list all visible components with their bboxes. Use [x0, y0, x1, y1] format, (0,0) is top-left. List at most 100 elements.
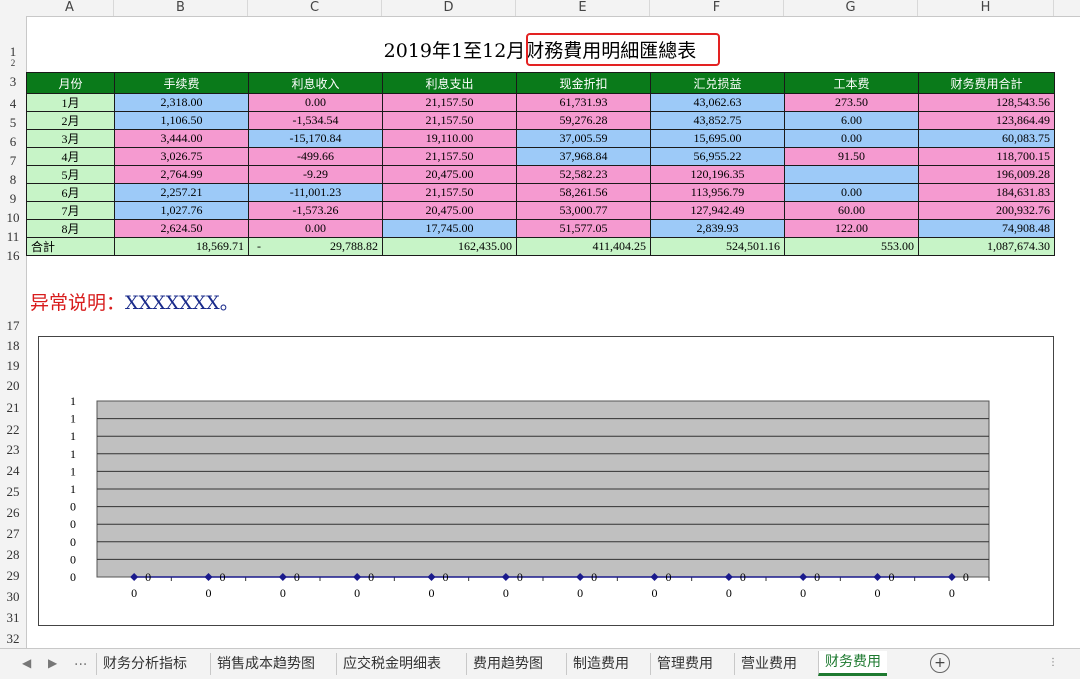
row-header-24[interactable]: 24: [0, 463, 26, 479]
header-cell[interactable]: 财务费用合計: [918, 72, 1055, 94]
anomaly-note[interactable]: 异常说明：XXXXXXX。: [30, 288, 239, 315]
value-cell[interactable]: 20,475.00: [382, 201, 517, 220]
value-cell[interactable]: 21,157.50: [382, 111, 517, 130]
tab-scroll-menu-icon[interactable]: ⋮: [1048, 657, 1058, 668]
row-header-25[interactable]: 25: [0, 484, 26, 500]
row-header-27[interactable]: 27: [0, 526, 26, 542]
sheet-tab[interactable]: 营业费用: [734, 653, 803, 675]
row-header-26[interactable]: 26: [0, 505, 26, 521]
value-cell[interactable]: 2,257.21: [114, 183, 249, 202]
value-cell[interactable]: 17,745.00: [382, 219, 517, 238]
value-cell[interactable]: -1,534.54: [248, 111, 383, 130]
value-cell[interactable]: 21,157.50: [382, 183, 517, 202]
value-cell[interactable]: 15,695.00: [650, 129, 785, 148]
sheet-tab[interactable]: 销售成本趋势图: [210, 653, 321, 675]
value-cell[interactable]: 118,700.15: [918, 147, 1055, 166]
value-cell[interactable]: 59,276.28: [516, 111, 651, 130]
row-header-29[interactable]: 29: [0, 568, 26, 584]
column-header-e[interactable]: E: [516, 0, 650, 16]
value-cell[interactable]: 127,942.49: [650, 201, 785, 220]
value-cell[interactable]: 123,864.49: [918, 111, 1055, 130]
sheet-tab[interactable]: 财务分析指标: [96, 653, 193, 675]
row-header-23[interactable]: 23: [0, 442, 26, 458]
value-cell[interactable]: 0.00: [784, 129, 919, 148]
sheet-tab[interactable]: 管理费用: [650, 653, 719, 675]
row-header-17[interactable]: 17: [0, 318, 26, 334]
totals-label[interactable]: 合計: [26, 237, 115, 256]
value-cell[interactable]: 21,157.50: [382, 147, 517, 166]
value-cell[interactable]: 120,196.35: [650, 165, 785, 184]
header-cell[interactable]: 现金折扣: [516, 72, 651, 94]
value-cell[interactable]: 2,764.99: [114, 165, 249, 184]
column-header-h[interactable]: H: [918, 0, 1054, 16]
row-header-10[interactable]: 10: [0, 210, 26, 226]
row-header-16[interactable]: 16: [0, 248, 26, 264]
chart-area[interactable]: 11111100000000000000000000000000000: [38, 336, 1054, 626]
value-cell[interactable]: 200,932.76: [918, 201, 1055, 220]
row-header-7[interactable]: 7: [0, 153, 26, 169]
month-cell[interactable]: 2月: [26, 111, 115, 130]
value-cell[interactable]: 53,000.77: [516, 201, 651, 220]
month-cell[interactable]: 7月: [26, 201, 115, 220]
month-cell[interactable]: 5月: [26, 165, 115, 184]
value-cell[interactable]: 2,318.00: [114, 93, 249, 112]
value-cell[interactable]: 51,577.05: [516, 219, 651, 238]
next-sheet-arrow-icon[interactable]: ▶: [48, 656, 57, 670]
value-cell[interactable]: 43,062.63: [650, 93, 785, 112]
month-cell[interactable]: 4月: [26, 147, 115, 166]
column-header-a[interactable]: A: [26, 0, 114, 16]
value-cell[interactable]: 20,475.00: [382, 165, 517, 184]
total-cell[interactable]: 18,569.71: [114, 237, 249, 256]
value-cell[interactable]: 196,009.28: [918, 165, 1055, 184]
month-cell[interactable]: 6月: [26, 183, 115, 202]
month-cell[interactable]: 3月: [26, 129, 115, 148]
value-cell[interactable]: 52,582.23: [516, 165, 651, 184]
value-cell[interactable]: 2,839.93: [650, 219, 785, 238]
value-cell[interactable]: 37,005.59: [516, 129, 651, 148]
value-cell[interactable]: 1,106.50: [114, 111, 249, 130]
value-cell[interactable]: 0.00: [248, 93, 383, 112]
row-header-3[interactable]: 3: [0, 74, 26, 90]
row-header-31[interactable]: 31: [0, 610, 26, 626]
value-cell[interactable]: 58,261.56: [516, 183, 651, 202]
value-cell[interactable]: 37,968.84: [516, 147, 651, 166]
value-cell[interactable]: 273.50: [784, 93, 919, 112]
month-cell[interactable]: 1月: [26, 93, 115, 112]
row-header-28[interactable]: 28: [0, 547, 26, 563]
value-cell[interactable]: 128,543.56: [918, 93, 1055, 112]
column-header-b[interactable]: B: [114, 0, 248, 16]
row-header-2[interactable]: 2: [0, 58, 26, 68]
value-cell[interactable]: -1,573.26: [248, 201, 383, 220]
row-header-9[interactable]: 9: [0, 191, 26, 207]
prev-sheet-arrow-icon[interactable]: ◀: [22, 656, 31, 670]
total-cell[interactable]: 553.00: [784, 237, 919, 256]
value-cell[interactable]: -15,170.84: [248, 129, 383, 148]
value-cell[interactable]: [784, 165, 919, 184]
sheet-tab[interactable]: 财务费用: [818, 651, 887, 676]
value-cell[interactable]: 0.00: [784, 183, 919, 202]
sheet-tab[interactable]: 制造费用: [566, 653, 635, 675]
total-cell[interactable]: 162,435.00: [382, 237, 517, 256]
row-header-4[interactable]: 4: [0, 96, 26, 112]
value-cell[interactable]: 3,444.00: [114, 129, 249, 148]
value-cell[interactable]: 2,624.50: [114, 219, 249, 238]
value-cell[interactable]: 91.50: [784, 147, 919, 166]
column-header-c[interactable]: C: [248, 0, 382, 16]
header-cell[interactable]: 手续费: [114, 72, 249, 94]
header-cell[interactable]: 月份: [26, 72, 115, 94]
sheet-tab[interactable]: 应交税金明细表: [336, 653, 447, 675]
row-header-8[interactable]: 8: [0, 172, 26, 188]
value-cell[interactable]: 122.00: [784, 219, 919, 238]
total-cell[interactable]: - 29,788.82: [248, 237, 383, 256]
column-header-f[interactable]: F: [650, 0, 784, 16]
row-header-22[interactable]: 22: [0, 422, 26, 438]
value-cell[interactable]: 60,083.75: [918, 129, 1055, 148]
value-cell[interactable]: 113,956.79: [650, 183, 785, 202]
value-cell[interactable]: 74,908.48: [918, 219, 1055, 238]
value-cell[interactable]: 0.00: [248, 219, 383, 238]
header-cell[interactable]: 利息支出: [382, 72, 517, 94]
row-header-32[interactable]: 32: [0, 631, 26, 647]
value-cell[interactable]: 43,852.75: [650, 111, 785, 130]
row-header-19[interactable]: 19: [0, 358, 26, 374]
value-cell[interactable]: 21,157.50: [382, 93, 517, 112]
